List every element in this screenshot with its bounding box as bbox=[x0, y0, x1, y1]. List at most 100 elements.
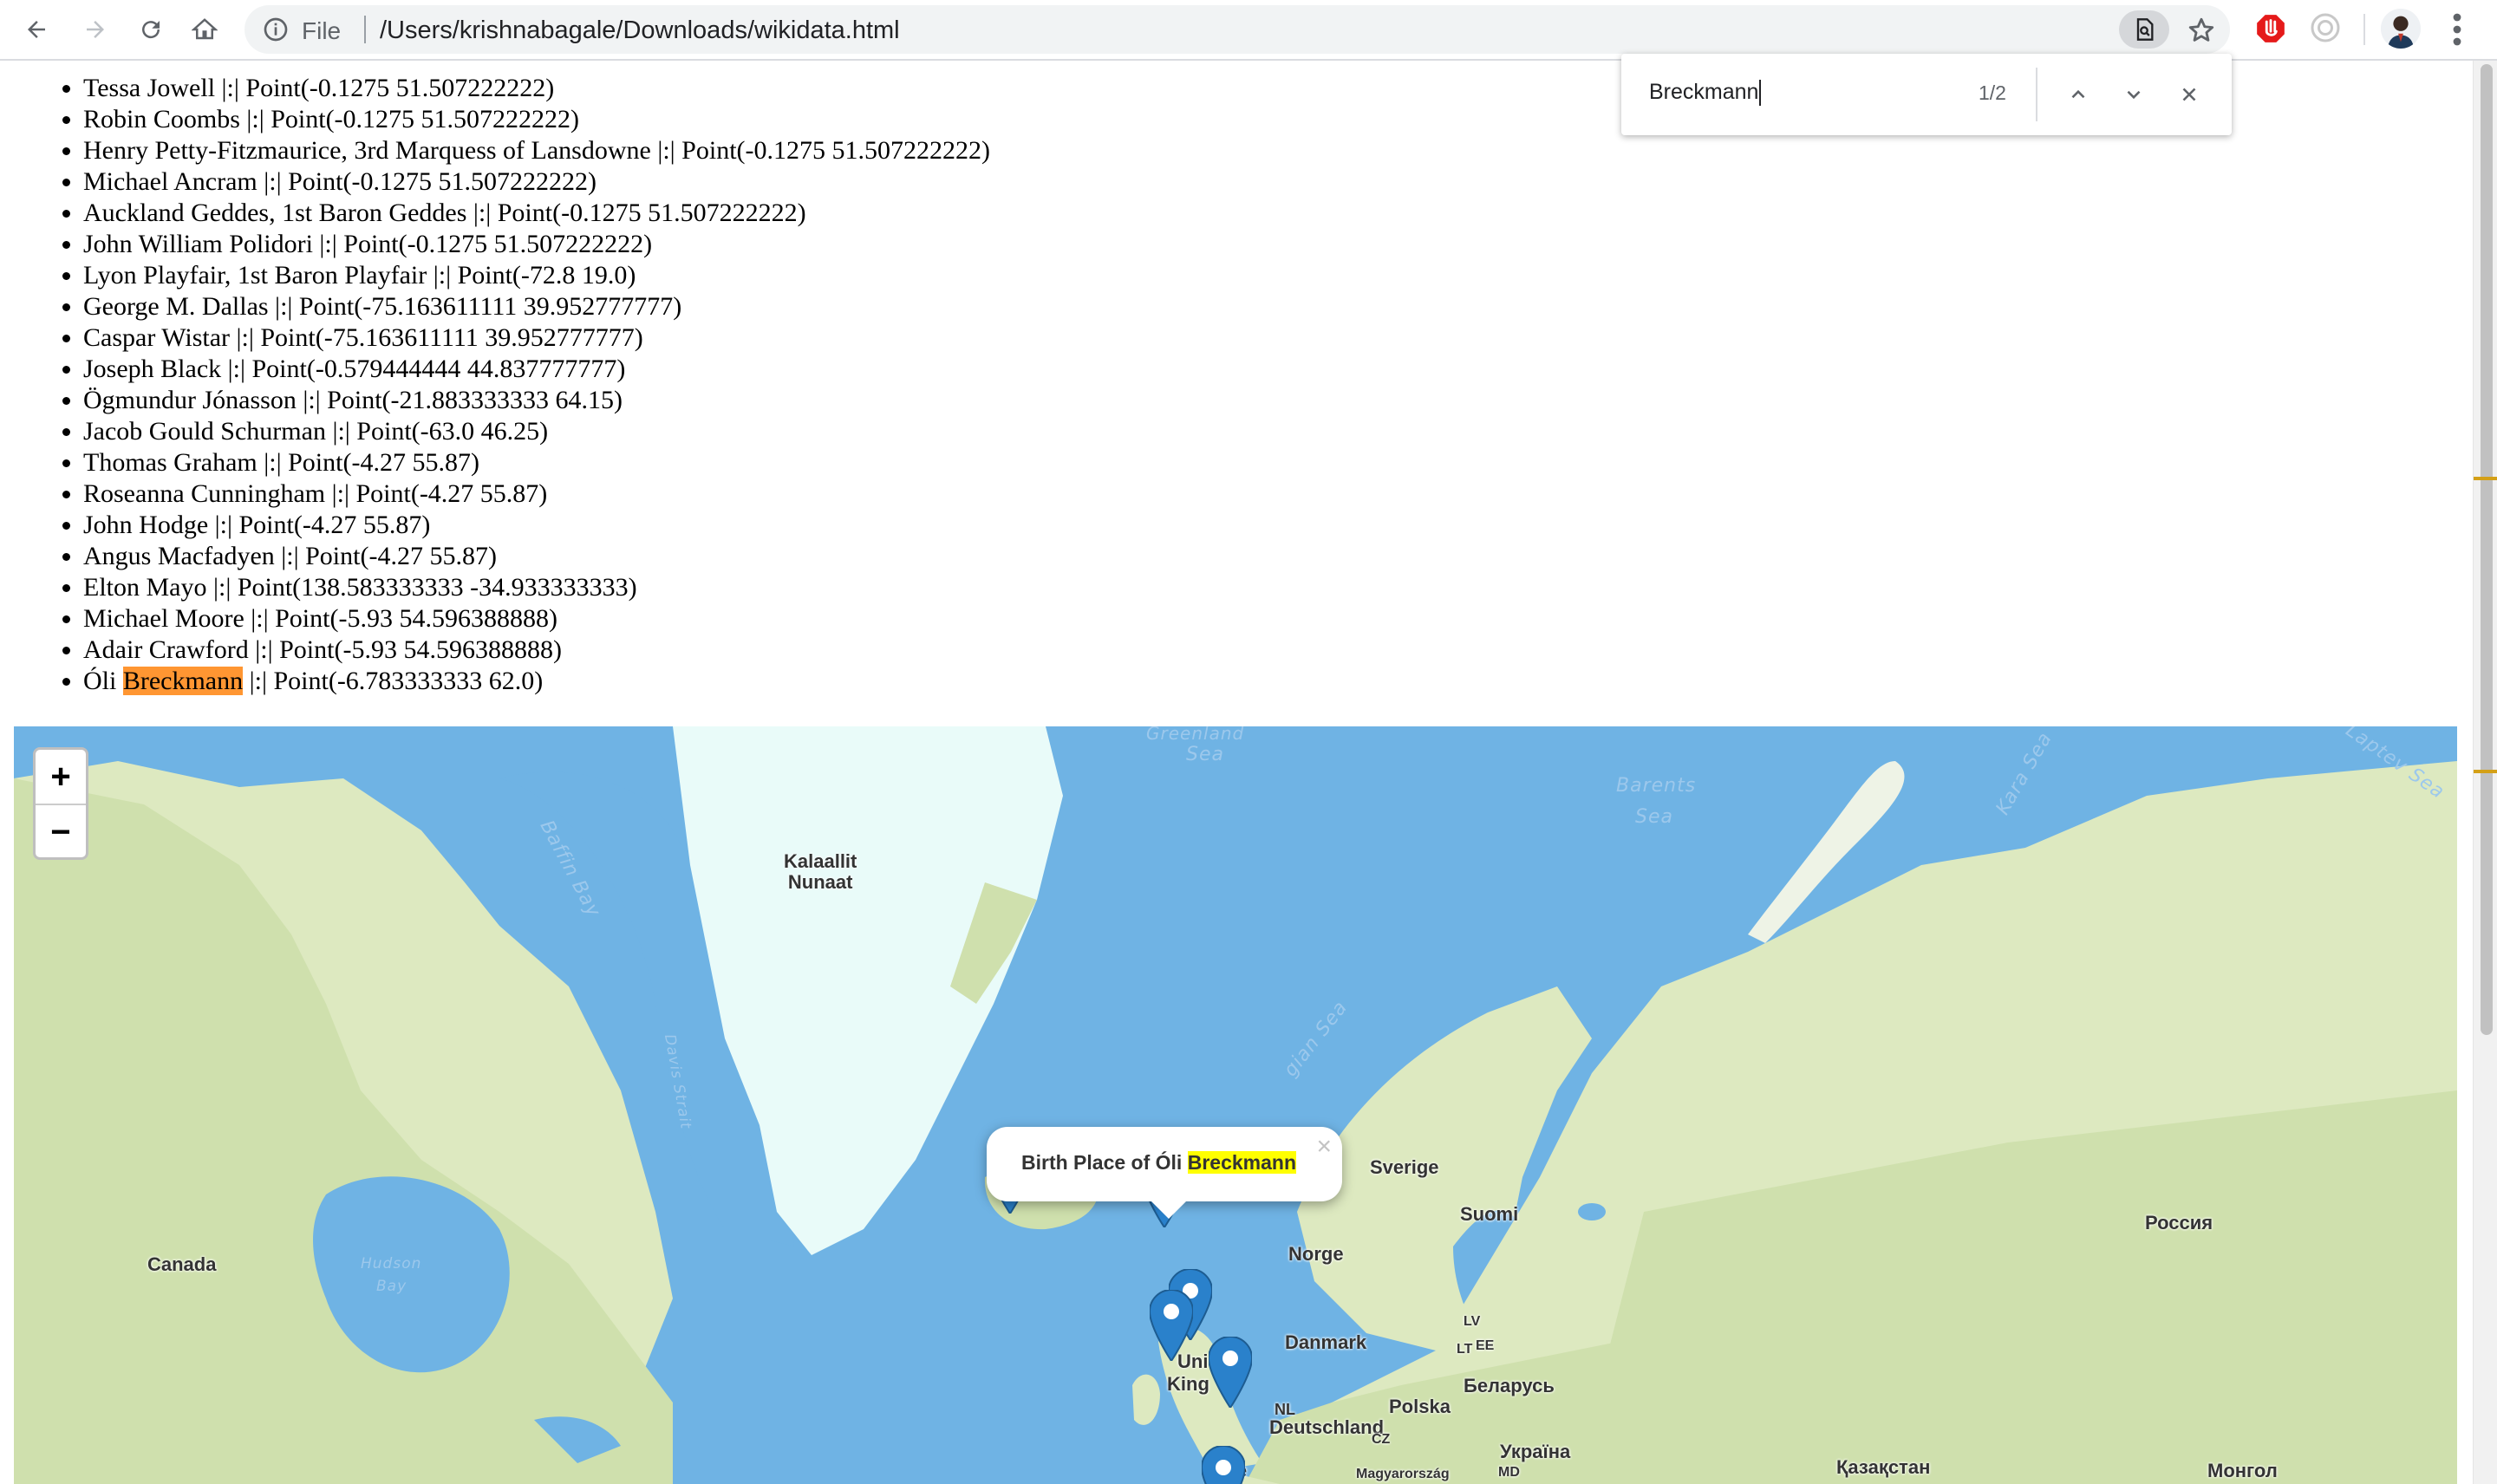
list-item: Henry Petty-Fitzmaurice, 3rd Marquess of… bbox=[83, 135, 990, 166]
map-label-ee: EE bbox=[1476, 1338, 1495, 1353]
popup-text-prefix: Birth Place of Óli bbox=[1021, 1151, 1188, 1174]
scrollbar-thumb[interactable] bbox=[2481, 64, 2493, 1035]
list-item: Elton Mayo |:| Point(138.583333333 -34.9… bbox=[83, 572, 990, 603]
adblock-extension-icon[interactable] bbox=[2254, 12, 2287, 45]
list-item: George M. Dallas |:| Point(-75.163611111… bbox=[83, 291, 990, 322]
map-label-norge: Norge bbox=[1288, 1243, 1344, 1265]
list-item: Robin Coombs |:| Point(-0.1275 51.507222… bbox=[83, 104, 990, 135]
find-divider bbox=[2036, 68, 2037, 121]
browser-toolbar: File /Users/krishnabagale/Downloads/wiki… bbox=[0, 0, 2497, 61]
sea-label-hudson-bay: Bay bbox=[376, 1278, 407, 1295]
extension-icon[interactable] bbox=[2310, 12, 2341, 43]
map-label-lt: LT bbox=[1457, 1342, 1473, 1357]
list-item: Michael Ancram |:| Point(-0.1275 51.5072… bbox=[83, 166, 990, 198]
list-item: John Hodge |:| Point(-4.27 55.87) bbox=[83, 510, 990, 541]
list-item: Caspar Wistar |:| Point(-75.163611111 39… bbox=[83, 322, 990, 354]
map-label-polska: Polska bbox=[1389, 1396, 1451, 1417]
page-scrollbar[interactable] bbox=[2473, 61, 2497, 1484]
find-previous-button[interactable] bbox=[2060, 76, 2096, 113]
url-scheme-label: File bbox=[302, 17, 342, 44]
map-label-sverige: Sverige bbox=[1370, 1156, 1439, 1178]
bookmark-star-icon[interactable] bbox=[2187, 16, 2216, 45]
close-icon bbox=[2182, 88, 2196, 101]
sea-label-greenland: Greenland bbox=[1146, 726, 1245, 744]
list-item: Michael Moore |:| Point(-5.93 54.5963888… bbox=[83, 603, 990, 635]
list-item: Tessa Jowell |:| Point(-0.1275 51.507222… bbox=[83, 73, 990, 104]
list-item: Jacob Gould Schurman |:| Point(-63.0 46.… bbox=[83, 416, 990, 447]
list-item: Thomas Graham |:| Point(-4.27 55.87) bbox=[83, 447, 990, 478]
map-label-kazakhstan: Қазақстан bbox=[1836, 1456, 1931, 1478]
profile-avatar[interactable] bbox=[2381, 9, 2421, 49]
list-item-name-prefix: Óli bbox=[83, 667, 123, 695]
map-label-cz: CZ bbox=[1372, 1432, 1391, 1447]
map-label-md: MD bbox=[1498, 1465, 1520, 1480]
reload-button[interactable] bbox=[130, 9, 172, 50]
popup-close-button[interactable]: × bbox=[1316, 1132, 1332, 1162]
list-item-highlighted: Óli Breckmann |:| Point(-6.783333333 62.… bbox=[83, 666, 990, 697]
forward-arrow-icon bbox=[87, 21, 104, 38]
popup-find-highlight: Breckmann bbox=[1187, 1151, 1296, 1174]
find-match-count: 1/2 bbox=[1979, 81, 2006, 104]
map-label-danmark: Danmark bbox=[1285, 1331, 1367, 1353]
sea-label-hudson: Hudson bbox=[361, 1255, 422, 1272]
map-label-deutschland: Deutschland bbox=[1269, 1416, 1385, 1438]
map-marker-bordeaux[interactable] bbox=[1202, 1446, 1245, 1484]
find-query-text: Breckmann bbox=[1649, 80, 1759, 104]
list-item: Angus Macfadyen |:| Point(-4.27 55.87) bbox=[83, 541, 990, 572]
list-item: Adair Crawford |:| Point(-5.93 54.596388… bbox=[83, 635, 990, 666]
url-text[interactable]: /Users/krishnabagale/Downloads/wikidata.… bbox=[380, 16, 900, 45]
home-icon bbox=[192, 18, 218, 40]
url-divider bbox=[364, 16, 366, 43]
map-label-mongolia: Монгол bbox=[2207, 1460, 2278, 1481]
map-label-uk-line2: King bbox=[1167, 1373, 1209, 1395]
map-popup: Birth Place of Óli Breckmann × bbox=[987, 1127, 1342, 1219]
zoom-control: + − bbox=[33, 747, 88, 860]
profile-avatar-icon bbox=[2381, 9, 2421, 49]
map-label-ukraine: Україна bbox=[1500, 1441, 1571, 1462]
find-match-marker bbox=[2474, 770, 2497, 773]
find-bar: Breckmann 1/2 bbox=[1621, 54, 2232, 135]
browser-menu-icon[interactable] bbox=[2447, 12, 2468, 47]
map-marker-london[interactable] bbox=[1209, 1337, 1252, 1408]
address-bar[interactable]: File /Users/krishnabagale/Downloads/wiki… bbox=[244, 5, 2230, 54]
back-arrow-icon bbox=[28, 21, 45, 38]
list-item-point: |:| Point(-6.783333333 62.0) bbox=[243, 667, 544, 695]
reload-icon bbox=[142, 21, 160, 39]
map-label-russia: Россия bbox=[2145, 1212, 2213, 1233]
map-label-suomi: Suomi bbox=[1460, 1203, 1519, 1225]
text-caret bbox=[1759, 80, 1762, 107]
map-label-canada: Canada bbox=[147, 1253, 217, 1275]
map-view[interactable]: + − Greenland Sea Barents Sea Kara Sea L… bbox=[14, 726, 2457, 1484]
sea-label-barents: Barents bbox=[1616, 775, 1697, 797]
list-item: Auckland Geddes, 1st Baron Geddes |:| Po… bbox=[83, 198, 990, 229]
map-label-lv: LV bbox=[1464, 1314, 1481, 1329]
list-item: John William Polidori |:| Point(-0.1275 … bbox=[83, 229, 990, 260]
find-input[interactable]: Breckmann bbox=[1649, 80, 1762, 107]
sea-label-greenland-sea: Sea bbox=[1186, 744, 1224, 765]
map-label-belarus: Беларусь bbox=[1464, 1375, 1555, 1396]
toolbar-divider bbox=[2363, 14, 2365, 45]
map-label-hungary: Magyarország bbox=[1356, 1467, 1450, 1481]
list-item: Ögmundur Jónasson |:| Point(-21.88333333… bbox=[83, 385, 990, 416]
zoom-in-button[interactable]: + bbox=[36, 750, 86, 805]
info-icon[interactable] bbox=[262, 16, 290, 43]
chevron-up-icon bbox=[2071, 89, 2085, 99]
list-item: Joseph Black |:| Point(-0.579444444 44.8… bbox=[83, 354, 990, 385]
back-button[interactable] bbox=[16, 9, 57, 50]
find-match-marker bbox=[2474, 477, 2497, 480]
find-in-page-icon[interactable] bbox=[2119, 10, 2169, 49]
page-content: Tessa Jowell |:| Point(-0.1275 51.507222… bbox=[0, 61, 2473, 1484]
list-item: Roseanna Cunningham |:| Point(-4.27 55.8… bbox=[83, 478, 990, 510]
people-list: Tessa Jowell |:| Point(-0.1275 51.507222… bbox=[83, 73, 990, 697]
find-match-highlight: Breckmann bbox=[122, 667, 244, 695]
list-item: Lyon Playfair, 1st Baron Playfair |:| Po… bbox=[83, 260, 990, 291]
forward-button[interactable] bbox=[75, 9, 116, 50]
home-button[interactable] bbox=[184, 9, 225, 50]
map-label-greenland: Kalaallit Nunaat bbox=[784, 850, 857, 893]
map-marker-belfast[interactable] bbox=[1150, 1290, 1193, 1361]
zoom-out-button[interactable]: − bbox=[36, 805, 86, 857]
chevron-down-icon bbox=[2127, 90, 2141, 100]
popup-text: Birth Place of Óli Breckmann bbox=[1021, 1151, 1296, 1175]
find-next-button[interactable] bbox=[2116, 76, 2152, 113]
find-close-button[interactable] bbox=[2171, 76, 2207, 113]
